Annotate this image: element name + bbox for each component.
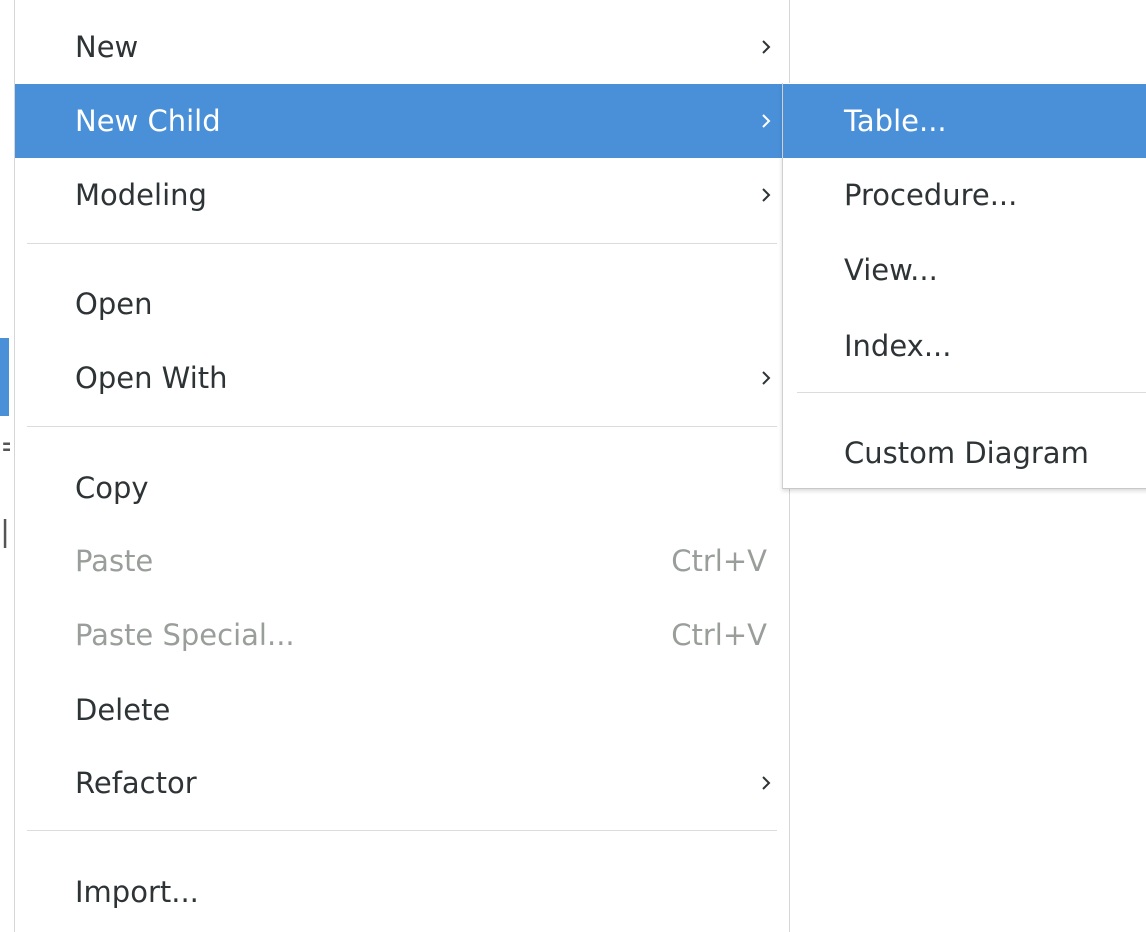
menu-item-label: Open bbox=[75, 287, 153, 321]
menu-item-import[interactable]: Import... bbox=[15, 855, 789, 929]
menu-item-label: New Child bbox=[75, 104, 221, 138]
submenu-item-custom-diagram[interactable]: Custom Diagram bbox=[783, 416, 1146, 490]
submenu-item-label: Custom Diagram bbox=[844, 436, 1089, 470]
background-window-edge bbox=[0, 0, 14, 932]
menu-item-shortcut: Ctrl+V bbox=[671, 544, 767, 578]
chevron-right-icon bbox=[762, 188, 771, 202]
menu-item-label: New bbox=[75, 30, 139, 64]
background-glyph: = bbox=[0, 432, 10, 462]
submenu-item-label: Index... bbox=[844, 329, 952, 363]
menu-item-label: Open With bbox=[75, 361, 228, 395]
menu-item-label: Copy bbox=[75, 471, 149, 505]
menu-item-open-with[interactable]: Open With bbox=[15, 341, 789, 415]
menu-separator bbox=[27, 830, 777, 831]
menu-item-label: Modeling bbox=[75, 178, 207, 212]
submenu-item-label: Table... bbox=[844, 104, 947, 138]
chevron-right-icon bbox=[762, 114, 771, 128]
chevron-right-icon bbox=[762, 371, 771, 385]
menu-separator bbox=[27, 243, 777, 244]
submenu-separator bbox=[797, 392, 1146, 393]
menu-item-label: Delete bbox=[75, 693, 171, 727]
menu-item-shortcut: Ctrl+V bbox=[671, 618, 767, 652]
menu-item-modeling[interactable]: Modeling bbox=[15, 158, 789, 232]
submenu-item-index[interactable]: Index... bbox=[783, 309, 1146, 383]
submenu-item-label: Procedure... bbox=[844, 178, 1018, 212]
menu-item-label: Refactor bbox=[75, 766, 197, 800]
background-glyph: | bbox=[0, 518, 10, 548]
menu-item-label: Import... bbox=[75, 875, 199, 909]
menu-item-label: Paste bbox=[75, 544, 154, 578]
menu-item-paste[interactable]: Paste Ctrl+V bbox=[15, 524, 789, 598]
menu-item-new[interactable]: New bbox=[15, 10, 789, 84]
chevron-right-icon bbox=[762, 40, 771, 54]
submenu-item-table[interactable]: Table... bbox=[783, 84, 1146, 158]
submenu-item-label: View... bbox=[844, 253, 938, 287]
menu-item-paste-special[interactable]: Paste Special... Ctrl+V bbox=[15, 598, 789, 672]
submenu-item-procedure[interactable]: Procedure... bbox=[783, 158, 1146, 232]
menu-item-new-child[interactable]: New Child bbox=[15, 84, 789, 158]
menu-separator bbox=[27, 426, 777, 427]
menu-item-label: Paste Special... bbox=[75, 618, 295, 652]
chevron-right-icon bbox=[762, 776, 771, 790]
menu-item-delete[interactable]: Delete bbox=[15, 673, 789, 747]
context-menu: New New Child Modeling Open Open With Co… bbox=[14, 0, 790, 932]
new-child-submenu: Table... Procedure... View... Index... C… bbox=[782, 83, 1146, 489]
submenu-item-view[interactable]: View... bbox=[783, 233, 1146, 307]
background-selected-row-edge bbox=[0, 338, 9, 416]
menu-item-open[interactable]: Open bbox=[15, 267, 789, 341]
menu-item-refactor[interactable]: Refactor bbox=[15, 746, 789, 820]
menu-item-copy[interactable]: Copy bbox=[15, 451, 789, 525]
